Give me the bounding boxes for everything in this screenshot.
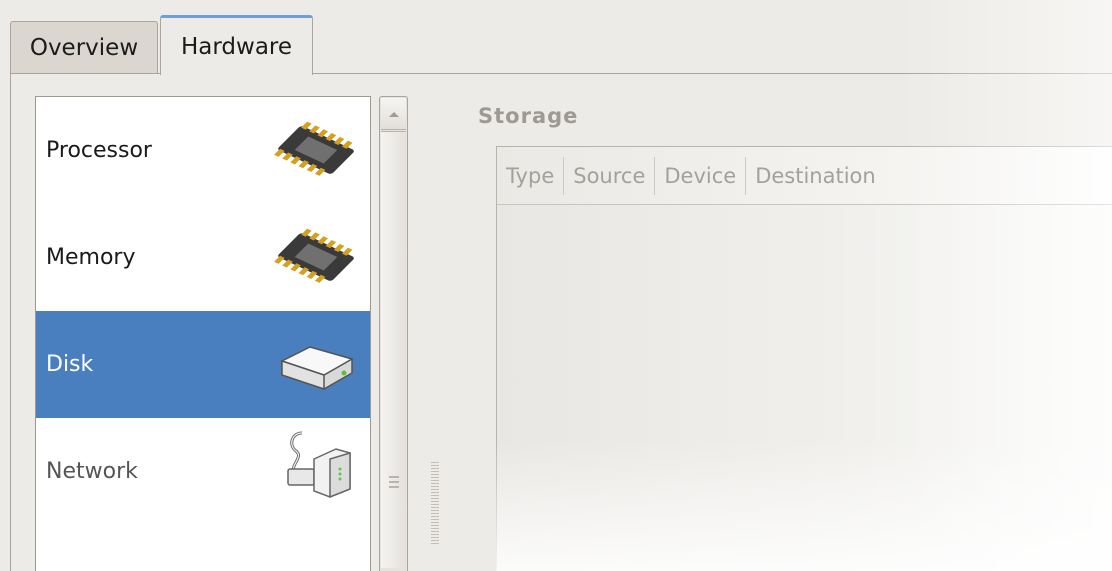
column-header-type[interactable]: Type — [497, 156, 565, 195]
memory-chip-icon — [274, 228, 354, 283]
tab-overview[interactable]: Overview — [10, 21, 158, 73]
list-item-label: Disk — [46, 352, 94, 377]
pane-resize-handle[interactable] — [431, 462, 439, 548]
grip-line — [389, 486, 399, 488]
storage-title: Storage — [478, 104, 579, 128]
column-header-destination[interactable]: Destination — [746, 157, 885, 195]
tab-hardware[interactable]: Hardware — [160, 15, 313, 75]
table-header: Type Source Device Destination — [497, 147, 1112, 205]
notebook-border — [10, 73, 11, 571]
list-item-label: Memory — [46, 245, 136, 270]
list-scrollbar[interactable] — [379, 96, 408, 571]
list-item-label: Processor — [46, 138, 152, 163]
grip-line — [389, 476, 399, 478]
list-item-label: Network — [46, 459, 138, 484]
scroll-thumb[interactable] — [381, 131, 406, 568]
list-item-disk[interactable]: Disk — [36, 311, 370, 418]
chip-icon — [274, 121, 354, 176]
column-header-source[interactable]: Source — [564, 156, 656, 195]
disk-drive-icon — [280, 346, 354, 391]
list-item-network[interactable]: Network — [36, 418, 370, 525]
hardware-list: Processor Memory Disk Network — [35, 96, 371, 571]
column-header-device[interactable]: Device — [655, 156, 747, 195]
list-item-processor[interactable]: Processor — [36, 97, 370, 204]
arrow-up-icon — [388, 111, 399, 117]
scroll-up-button[interactable] — [381, 98, 406, 130]
grip-line — [389, 481, 399, 483]
network-adapter-icon — [287, 431, 351, 499]
list-item-memory[interactable]: Memory — [36, 204, 370, 311]
tab-bar: Overview Hardware — [0, 0, 1112, 75]
storage-table[interactable]: Type Source Device Destination — [496, 146, 1112, 571]
